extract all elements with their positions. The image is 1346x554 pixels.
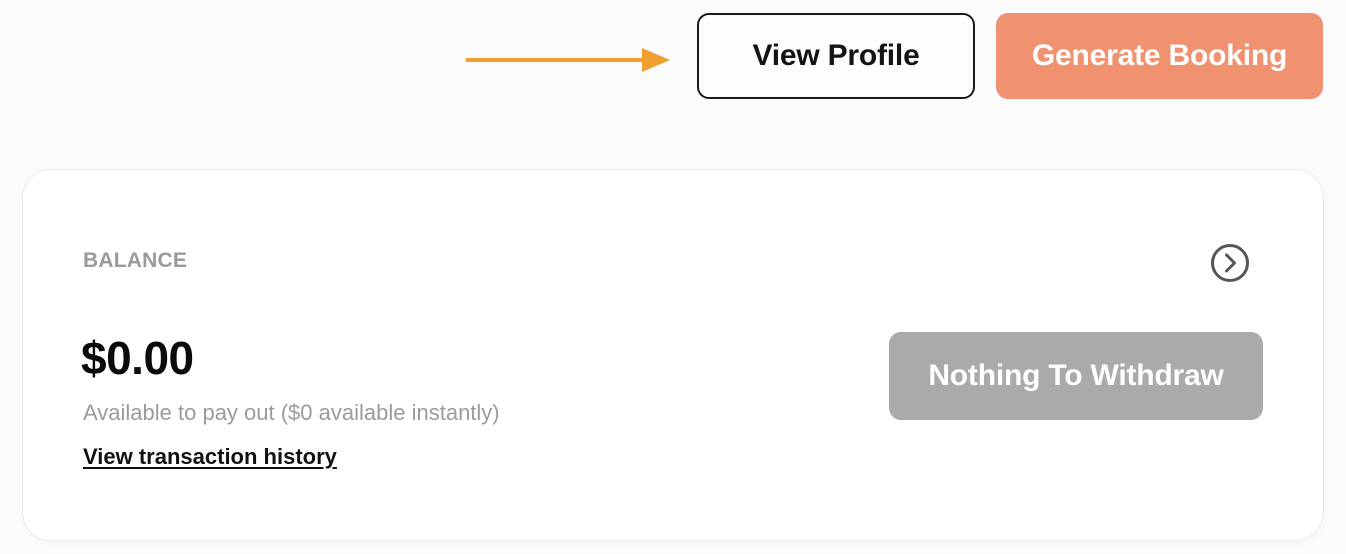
withdraw-button[interactable]: Nothing To Withdraw <box>889 332 1263 420</box>
generate-booking-button[interactable]: Generate Booking <box>996 13 1323 99</box>
balance-label: BALANCE <box>83 249 188 272</box>
chevron-right-circle-icon[interactable] <box>1210 243 1250 283</box>
balance-card: BALANCE $0.00 Available to pay out ($0 a… <box>23 170 1323 540</box>
balance-amount: $0.00 <box>81 332 194 384</box>
view-transaction-history-link[interactable]: View transaction history <box>83 444 337 470</box>
available-payout-text: Available to pay out ($0 available insta… <box>83 400 500 425</box>
annotation-arrow-icon <box>466 48 670 72</box>
view-profile-button[interactable]: View Profile <box>697 13 975 99</box>
